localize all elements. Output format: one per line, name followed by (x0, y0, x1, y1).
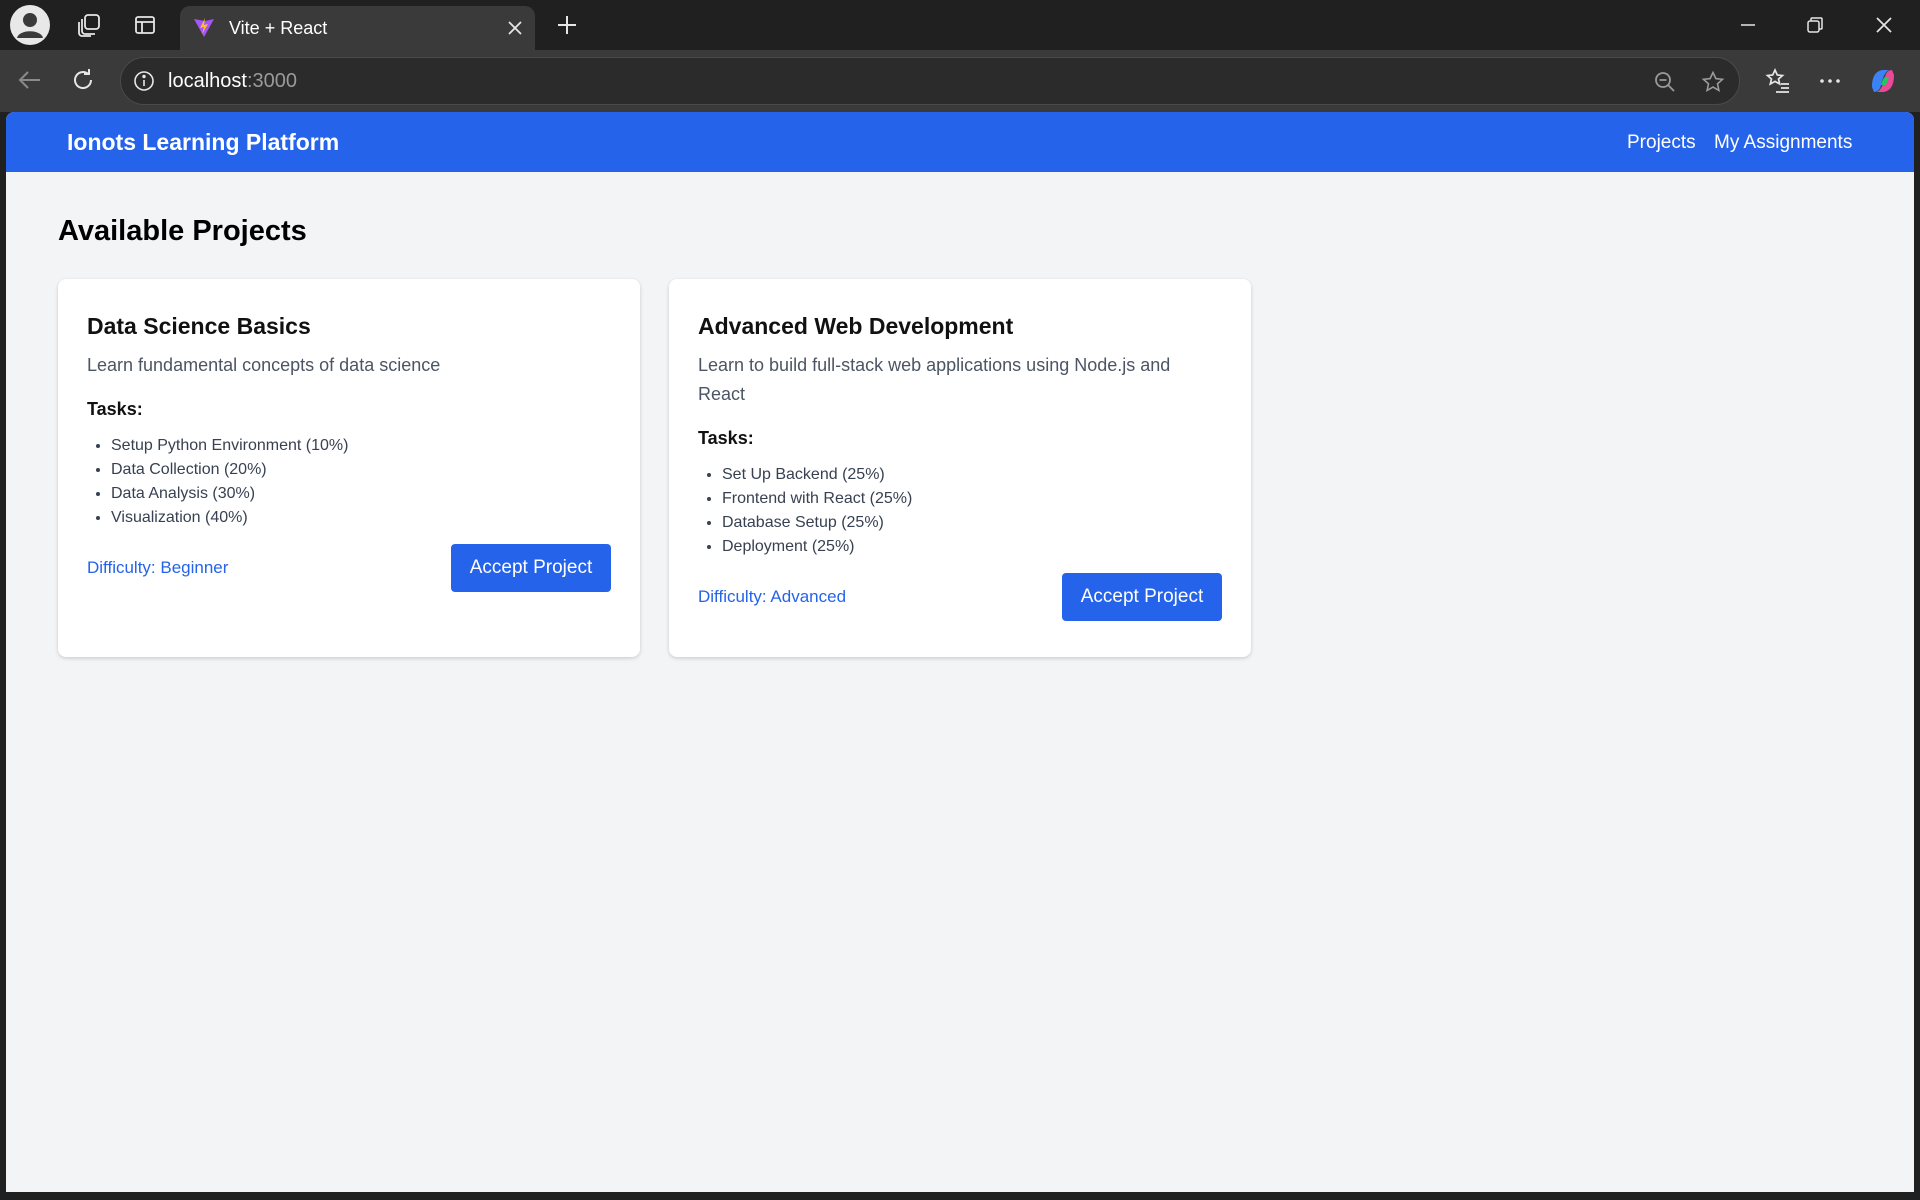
zoom-out-icon[interactable] (1651, 68, 1679, 96)
tasks-label: Tasks: (698, 428, 754, 448)
project-description: Learn to build full-stack web applicatio… (698, 355, 1171, 404)
app-brand[interactable]: Ionots Learning Platform (67, 129, 339, 156)
task-item: Setup Python Environment (10%) (111, 434, 611, 458)
site-info-icon[interactable] (131, 68, 157, 94)
project-description: Learn fundamental concepts of data scien… (87, 355, 441, 375)
more-options-icon[interactable] (1812, 63, 1848, 99)
project-title: Advanced Web Development (698, 313, 1014, 339)
difficulty-label: Difficulty: Advanced (698, 587, 847, 606)
task-item: Set Up Backend (25%) (722, 463, 1222, 487)
project-card: Data Science Basics Learn fundamental co… (58, 279, 640, 657)
url-port: :3000 (246, 70, 297, 92)
project-title: Data Science Basics (87, 313, 311, 339)
difficulty-label: Difficulty: Beginner (87, 558, 229, 577)
page-viewport: Ionots Learning Platform Projects My Ass… (6, 112, 1914, 1192)
app-navbar: Ionots Learning Platform Projects My Ass… (6, 112, 1914, 172)
project-card: Advanced Web Development Learn to build … (669, 279, 1251, 657)
restore-icon[interactable] (1795, 8, 1835, 42)
tasks-label: Tasks: (87, 399, 143, 419)
active-tab[interactable]: Vite + React (180, 6, 535, 50)
accept-project-button[interactable]: Accept Project (451, 544, 611, 592)
task-item: Deployment (25%) (722, 535, 1222, 559)
close-tab-icon[interactable] (501, 14, 529, 42)
vite-favicon-icon (192, 16, 216, 40)
minimize-icon[interactable] (1728, 8, 1768, 42)
task-item: Visualization (40%) (111, 506, 611, 530)
favorites-list-icon[interactable] (1760, 63, 1796, 99)
task-item: Data Collection (20%) (111, 458, 611, 482)
card-footer: Difficulty: Advanced Accept Project (698, 573, 1222, 621)
url-text: localhost:3000 (168, 70, 297, 93)
address-bar[interactable]: localhost:3000 (120, 57, 1740, 105)
copilot-icon[interactable] (1865, 63, 1901, 99)
browser-tab-bar: Vite + React (0, 0, 1920, 50)
browser-toolbar: localhost:3000 (0, 50, 1920, 112)
nav-projects-link[interactable]: Projects (1627, 132, 1696, 154)
favorite-star-icon[interactable] (1699, 68, 1727, 96)
workspaces-icon[interactable] (74, 10, 104, 40)
task-item: Database Setup (25%) (722, 511, 1222, 535)
task-list: Set Up Backend (25%) Frontend with React… (698, 463, 1222, 559)
accept-project-button[interactable]: Accept Project (1062, 573, 1222, 621)
close-window-icon[interactable] (1864, 8, 1904, 42)
task-item: Data Analysis (30%) (111, 482, 611, 506)
back-arrow-icon[interactable] (12, 62, 48, 98)
task-item: Frontend with React (25%) (722, 487, 1222, 511)
reload-icon[interactable] (65, 62, 101, 98)
task-list: Setup Python Environment (10%) Data Coll… (87, 434, 611, 530)
tab-title: Vite + React (229, 18, 328, 38)
nav-assignments-link[interactable]: My Assignments (1714, 132, 1852, 154)
url-host: localhost (168, 70, 247, 92)
card-footer: Difficulty: Beginner Accept Project (87, 544, 611, 592)
new-tab-icon[interactable] (550, 8, 584, 42)
vertical-tabs-icon[interactable] (130, 10, 160, 40)
page-title: Available Projects (58, 215, 307, 247)
profile-avatar-icon[interactable] (10, 5, 50, 45)
